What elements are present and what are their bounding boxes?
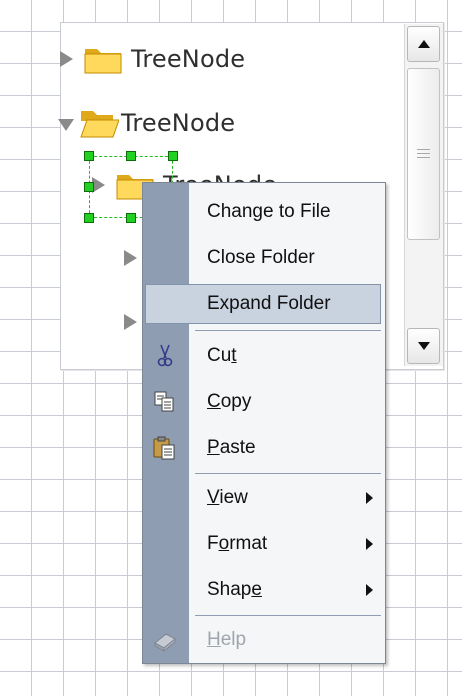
resize-handle[interactable] <box>126 213 136 223</box>
menu-item-label: Change to File <box>207 201 331 222</box>
scroll-down-button[interactable] <box>407 328 440 364</box>
resize-handle[interactable] <box>168 151 178 161</box>
tree-node[interactable]: TreeNode <box>55 107 235 139</box>
tree-node-label: TreeNode <box>121 109 236 137</box>
menu-separator <box>195 473 381 474</box>
paste-icon <box>153 436 175 460</box>
menu-item-label: Paste <box>207 437 256 458</box>
resize-handle[interactable] <box>84 182 94 192</box>
menu-item-shape[interactable]: Shape <box>143 567 385 613</box>
menu-item-label: Close Folder <box>207 247 315 268</box>
collapsed-arrow-icon[interactable] <box>119 247 141 269</box>
menu-item-label: View <box>207 487 248 508</box>
menu-item-help[interactable]: Help <box>143 617 385 663</box>
scroll-up-button[interactable] <box>407 26 440 62</box>
menu-item-expand-folder[interactable]: Expand Folder <box>143 281 385 327</box>
tree-node-label: TreeNode <box>131 45 246 73</box>
collapsed-arrow-icon[interactable] <box>55 48 77 70</box>
menu-item-paste[interactable]: Paste <box>143 425 385 471</box>
vertical-scrollbar[interactable] <box>404 24 443 366</box>
menu-item-label: Format <box>207 533 268 554</box>
submenu-arrow-icon <box>366 538 373 550</box>
help-book-icon <box>154 633 176 653</box>
scrollbar-thumb[interactable] <box>407 68 440 240</box>
menu-item-label: Copy <box>207 391 252 412</box>
submenu-arrow-icon <box>366 584 373 596</box>
tree-node[interactable]: TreeNode <box>55 43 245 75</box>
expanded-arrow-icon[interactable] <box>55 112 77 134</box>
resize-handle[interactable] <box>84 151 94 161</box>
resize-handle[interactable] <box>84 213 94 223</box>
scissors-icon <box>157 344 173 367</box>
menu-item-format[interactable]: Format <box>143 521 385 567</box>
menu-separator <box>195 615 381 616</box>
menu-item-close-folder[interactable]: Close Folder <box>143 235 385 281</box>
menu-item-cut[interactable]: Cut <box>143 333 385 379</box>
arrow-down-icon <box>417 342 430 350</box>
menu-item-copy[interactable]: Copy <box>143 379 385 425</box>
folder-closed-icon <box>84 49 122 74</box>
menu-item-view[interactable]: View <box>143 475 385 521</box>
context-menu: Change to File Close Folder Expand Folde… <box>142 182 386 664</box>
resize-handle[interactable] <box>126 151 136 161</box>
collapsed-arrow-icon[interactable] <box>119 311 141 333</box>
menu-item-label: Cut <box>207 345 237 366</box>
menu-item-label: Expand Folder <box>207 293 331 314</box>
menu-item-label: Help <box>207 629 247 650</box>
menu-item-change-to-file[interactable]: Change to File <box>143 189 385 235</box>
copy-icon <box>154 391 174 412</box>
folder-open-icon <box>80 111 119 138</box>
arrow-up-icon <box>417 40 430 48</box>
submenu-arrow-icon <box>366 492 373 504</box>
menu-separator <box>195 330 381 331</box>
grip-icon <box>417 149 430 159</box>
menu-item-label: Shape <box>207 579 262 600</box>
